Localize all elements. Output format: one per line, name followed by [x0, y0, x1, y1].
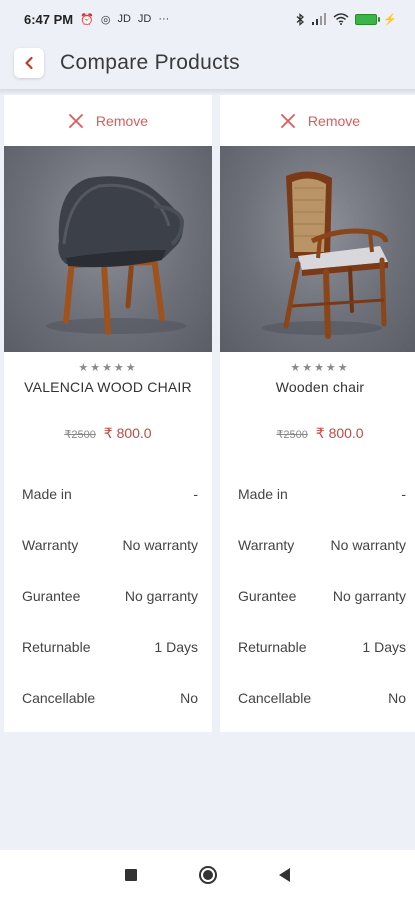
close-icon: [280, 113, 296, 129]
price-row: ₹2500 ₹ 800.0: [4, 425, 212, 442]
close-icon: [68, 113, 84, 129]
home-button[interactable]: [199, 866, 217, 884]
spec-row-returnable: Returnable 1 Days: [238, 639, 406, 690]
spec-label: Gurantee: [22, 588, 81, 604]
spec-value: No warranty: [330, 537, 406, 553]
spec-value: No garranty: [332, 588, 406, 604]
recents-button[interactable]: [125, 869, 137, 881]
spec-label: Warranty: [238, 537, 295, 553]
status-bar: 6:47 PM ⏰ ◎ JD JD ··· ⚡: [0, 0, 415, 38]
spec-label: Made in: [238, 486, 288, 502]
price-row: ₹2500 ₹ 800.0: [220, 425, 415, 442]
signal-icon: [312, 13, 327, 25]
spec-row-guarantee: Gurantee No garranty: [22, 588, 198, 639]
chair-image: [46, 176, 186, 335]
app-header: Compare Products: [0, 38, 415, 88]
remove-label: Remove: [307, 112, 361, 129]
spec-row-returnable: Returnable 1 Days: [22, 639, 198, 690]
system-back-button[interactable]: [279, 868, 290, 882]
remove-button[interactable]: Remove: [220, 95, 415, 146]
old-price: ₹2500: [64, 429, 96, 441]
product-image[interactable]: [4, 146, 212, 352]
jd-icon: JD: [137, 13, 152, 25]
spec-row-warranty: Warranty No warranty: [22, 537, 198, 588]
wifi-icon: [333, 13, 349, 25]
product-name: VALENCIA WOOD CHAIR: [24, 379, 192, 395]
page-title: Compare Products: [60, 51, 240, 74]
spec-label: Returnable: [22, 639, 91, 655]
spec-row-cancellable: Cancellable No: [22, 690, 198, 735]
battery-icon: [355, 13, 381, 25]
remove-button[interactable]: Remove: [4, 95, 212, 146]
alarm-icon: ⏰: [80, 13, 94, 26]
spec-value: 1 Days: [362, 639, 406, 655]
spec-value: No warranty: [122, 537, 198, 553]
spec-row-made-in: Made in -: [238, 486, 406, 537]
jd-icon: JD: [117, 13, 131, 25]
product-image[interactable]: [220, 146, 415, 352]
status-time: 6:47 PM: [24, 11, 74, 27]
chair-image: [262, 171, 389, 339]
product-card: Remove ★★★★★ Wooden chair ₹2500 ₹ 800.0 …: [220, 95, 415, 732]
spec-value: -: [401, 486, 406, 502]
back-button[interactable]: [14, 48, 44, 78]
remove-label: Remove: [95, 112, 149, 129]
spec-value: No garranty: [124, 588, 198, 604]
spec-label: Made in: [22, 486, 72, 502]
bluetooth-icon: [296, 12, 305, 26]
more-notifications-icon: ···: [158, 13, 170, 25]
spec-row-cancellable: Cancellable No: [238, 690, 406, 735]
rating-stars: ★★★★★: [290, 362, 350, 374]
spec-label: Returnable: [238, 639, 307, 655]
spec-row-warranty: Warranty No warranty: [238, 537, 406, 588]
product-card: Remove ★★★★★ VALENCIA WOOD CHAIR ₹2500 ₹…: [4, 95, 212, 732]
spec-value: 1 Days: [154, 639, 198, 655]
spec-label: Cancellable: [22, 690, 96, 706]
spec-label: Warranty: [22, 537, 79, 553]
spec-row-guarantee: Gurantee No garranty: [238, 588, 406, 639]
sale-price: ₹ 800.0: [315, 425, 364, 441]
rating-stars: ★★★★★: [78, 362, 138, 374]
spec-list: Made in - Warranty No warranty Gurantee …: [220, 486, 415, 735]
spec-label: Cancellable: [238, 690, 312, 706]
compare-list[interactable]: Remove ★★★★★ VALENCIA WOOD CHAIR ₹2500 ₹…: [0, 95, 415, 735]
system-nav-bar: [0, 850, 415, 900]
spec-value: No: [388, 690, 406, 706]
spec-row-made-in: Made in -: [22, 486, 198, 537]
old-price: ₹2500: [276, 429, 308, 441]
status-left: 6:47 PM ⏰ ◎ JD JD ···: [24, 12, 169, 27]
charging-icon: ⚡: [383, 13, 397, 26]
chevron-left-icon: [25, 56, 33, 70]
sale-price: ₹ 800.0: [103, 425, 152, 441]
spec-value: -: [193, 486, 198, 502]
status-right: ⚡: [296, 12, 397, 26]
spec-label: Gurantee: [238, 588, 297, 604]
whatsapp-icon: ◎: [100, 13, 111, 26]
spec-list: Made in - Warranty No warranty Gurantee …: [4, 486, 212, 735]
product-name: Wooden chair: [275, 379, 365, 395]
spec-value: No: [180, 690, 198, 706]
